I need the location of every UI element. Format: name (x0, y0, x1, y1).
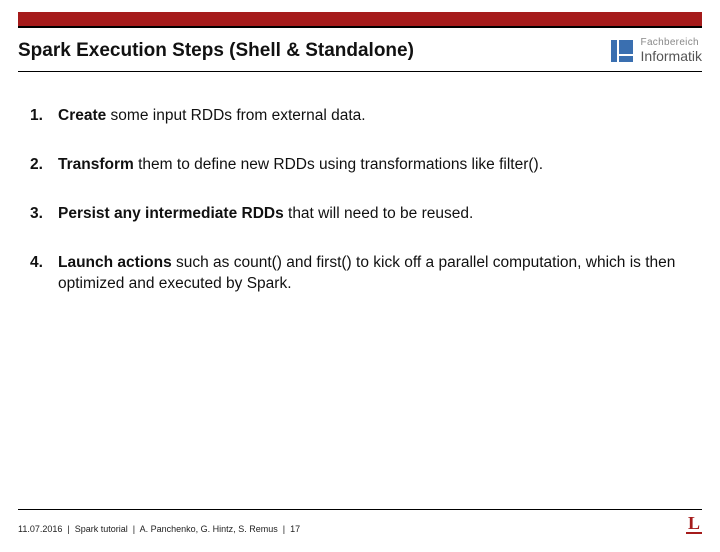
list-item: 3. Persist any intermediate RDDs that wi… (30, 204, 690, 225)
slide-header: Spark Execution Steps (Shell & Standalon… (18, 26, 702, 72)
logo-line2: Informatik (641, 49, 702, 64)
item-number: 1. (30, 106, 58, 127)
item-number: 3. (30, 204, 58, 225)
slide-title: Spark Execution Steps (Shell & Standalon… (18, 40, 414, 62)
slide-body: 1. Create some input RDDs from external … (0, 72, 720, 295)
item-number: 4. (30, 253, 58, 295)
item-text: Persist any intermediate RDDs that will … (58, 204, 690, 225)
logo-line1: Fachbereich (641, 38, 702, 49)
slide-footer: 11.07.2016 | Spark tutorial | A. Panchen… (18, 509, 702, 534)
list-item: 1. Create some input RDDs from external … (30, 106, 690, 127)
list-item: 2. Transform them to define new RDDs usi… (30, 155, 690, 176)
footer-authors: A. Panchenko, G. Hintz, S. Remus (140, 524, 278, 534)
logo-mark-icon (611, 40, 633, 62)
item-text: Launch actions such as count() and first… (58, 253, 690, 295)
item-text: Create some input RDDs from external dat… (58, 106, 690, 127)
footer-meta: 11.07.2016 | Spark tutorial | A. Panchen… (18, 524, 300, 534)
item-number: 2. (30, 155, 58, 176)
dept-logo: Fachbereich Informatik (611, 38, 702, 63)
footer-page: 17 (290, 524, 300, 534)
corner-logo-icon: L (686, 514, 702, 534)
footer-date: 11.07.2016 (18, 524, 62, 534)
footer-course: Spark tutorial (75, 524, 128, 534)
accent-bar (18, 12, 702, 26)
item-text: Transform them to define new RDDs using … (58, 155, 690, 176)
list-item: 4. Launch actions such as count() and fi… (30, 253, 690, 295)
logo-text: Fachbereich Informatik (641, 38, 702, 63)
